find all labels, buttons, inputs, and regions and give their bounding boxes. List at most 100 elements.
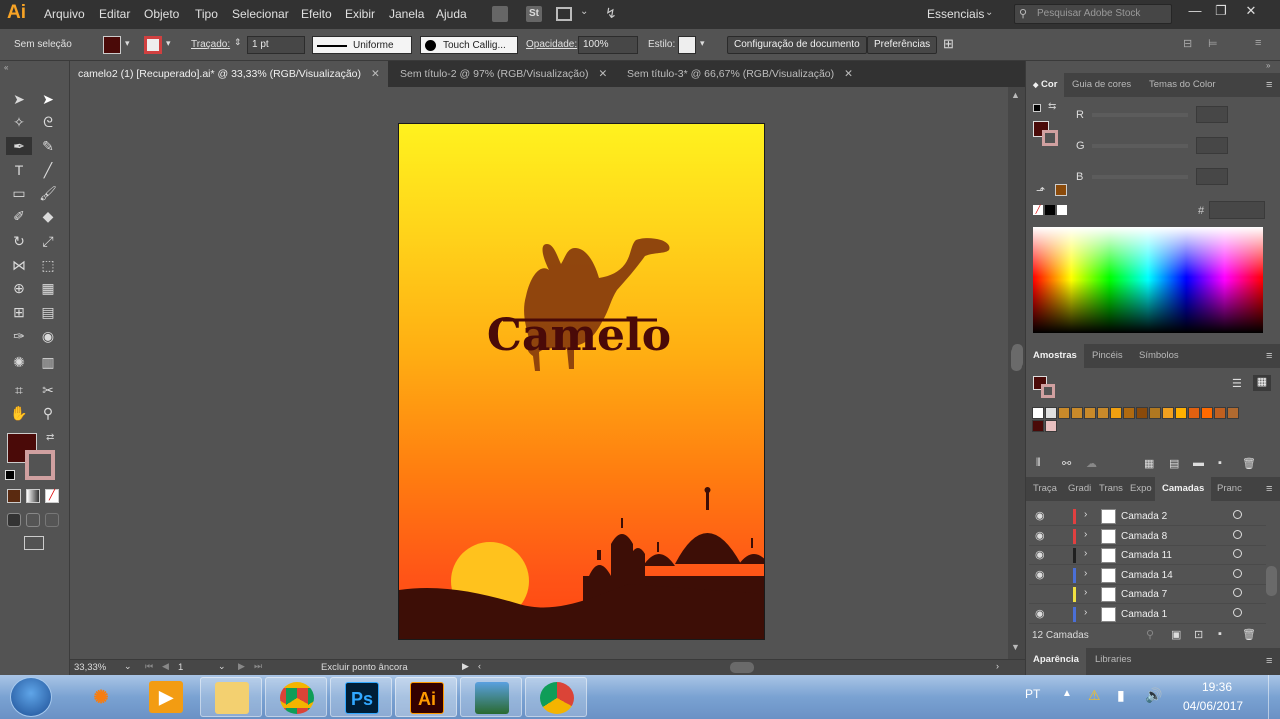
artboard-number[interactable]: 1 (178, 662, 183, 673)
tab-aparencia[interactable]: Aparência (1026, 648, 1086, 675)
next-artboard-icon[interactable]: ▶ (238, 661, 245, 672)
visibility-eye-icon[interactable]: ◉ (1035, 509, 1045, 522)
swatch-cell[interactable] (1188, 407, 1200, 419)
curvature-tool-icon[interactable]: ✎ (38, 137, 58, 155)
rectangle-tool-icon[interactable]: ▭ (9, 184, 29, 202)
default-fill-stroke-icon[interactable] (1033, 104, 1041, 112)
taskbar-chrome-2[interactable] (525, 677, 587, 717)
swatch-cell[interactable] (1175, 407, 1187, 419)
swap-colors-icon[interactable]: ⇄ (46, 432, 54, 443)
first-artboard-icon[interactable]: ⏮ (145, 661, 153, 672)
menu-editar[interactable]: Editar (99, 7, 130, 21)
color-stroke-swatch[interactable] (1042, 130, 1058, 146)
menu-janela[interactable]: Janela (389, 7, 424, 21)
swatch-cell[interactable] (1201, 407, 1213, 419)
start-button[interactable] (10, 677, 52, 717)
swatch-kind-icon[interactable]: ⚯ (1062, 457, 1071, 470)
swatch-cell[interactable] (1058, 407, 1070, 419)
preferences-button[interactable]: Preferências (867, 36, 938, 54)
tab-pinceis[interactable]: Pincéis (1085, 344, 1130, 368)
clock-date[interactable]: 04/06/2017 (1183, 699, 1243, 713)
panel-menu-icon[interactable]: ≡ (1266, 655, 1272, 667)
mesh-tool-icon[interactable]: ⊞ (9, 303, 29, 321)
new-layer-icon[interactable]: ▪ (1218, 628, 1222, 640)
eraser-tool-icon[interactable]: ◆ (38, 207, 58, 225)
scroll-left-icon[interactable]: ‹ (478, 661, 481, 671)
paintbrush-tool-icon[interactable]: 🖌 (38, 184, 58, 202)
document-setup-button[interactable]: Configuração de documento (727, 36, 867, 54)
brush-dropdown[interactable]: Touch Callig... (420, 36, 518, 54)
swatch-cell[interactable] (1097, 407, 1109, 419)
g-slider[interactable] (1092, 144, 1188, 148)
workspace-switcher[interactable]: Essenciais (927, 7, 984, 21)
stock-search-input[interactable]: ⚲ Pesquisar Adobe Stock (1014, 4, 1172, 24)
swatch-cell[interactable] (1123, 407, 1135, 419)
network-icon[interactable]: ▮ (1117, 687, 1125, 704)
align-icon[interactable]: ⊞ (943, 36, 954, 52)
menu-objeto[interactable]: Objeto (144, 7, 179, 21)
swatch-cell[interactable] (1214, 407, 1226, 419)
pen-tool-icon[interactable]: ✒ (6, 137, 32, 155)
swatch-cell[interactable] (1084, 407, 1096, 419)
fill-swatch[interactable] (103, 36, 121, 54)
fill-chevron-icon[interactable]: ▾ (125, 38, 130, 49)
swatch-cell[interactable] (1071, 407, 1083, 419)
panel-menu-icon[interactable]: ≡ (1266, 483, 1272, 495)
r-value-field[interactable] (1196, 106, 1228, 123)
chevron-down-icon[interactable]: ⌄ (580, 6, 588, 17)
tab-simbolos[interactable]: Símbolos (1132, 344, 1186, 368)
swatch-cell[interactable] (1032, 420, 1044, 432)
draw-inside-icon[interactable] (45, 513, 59, 527)
bridge-icon[interactable] (492, 6, 508, 22)
taskbar-photoshop[interactable]: Ps (330, 677, 392, 717)
menu-efeito[interactable]: Efeito (301, 7, 332, 21)
scroll-down-icon[interactable]: ▼ (1011, 642, 1020, 652)
tab-camadas[interactable]: Camadas (1155, 477, 1212, 501)
clipping-mask-icon[interactable]: ▣ (1171, 628, 1181, 641)
visibility-eye-icon[interactable]: ◉ (1035, 568, 1045, 581)
hex-field[interactable] (1209, 201, 1265, 219)
swap-icon[interactable]: ⇆ (1048, 101, 1056, 112)
layer-row[interactable]: ◉ › Camada 2 (1029, 507, 1266, 526)
expand-chevron-icon[interactable]: › (1084, 607, 1087, 618)
tab-exportar[interactable]: Expo (1123, 477, 1159, 501)
draw-normal-icon[interactable] (7, 513, 21, 527)
taskbar-explorer[interactable] (200, 677, 262, 717)
close-tab-icon[interactable]: ✕ (371, 68, 380, 80)
tab-temas-do-color[interactable]: Temas do Color (1142, 73, 1223, 97)
g-value-field[interactable] (1196, 137, 1228, 154)
layer-row[interactable]: ◉ › Camada 11 (1029, 546, 1266, 566)
arrange-documents-icon[interactable] (556, 7, 572, 21)
gpu-performance-icon[interactable]: ↯ (605, 5, 617, 22)
expand-chevron-icon[interactable]: › (1084, 529, 1087, 540)
visibility-eye-icon[interactable]: ◉ (1035, 548, 1045, 561)
opacity-field[interactable]: 100% (578, 36, 638, 54)
rotate-tool-icon[interactable]: ↻ (9, 232, 29, 250)
distribute-icon[interactable]: ⊨ (1208, 37, 1218, 50)
layer-row[interactable]: ◉ › Camada 14 (1029, 566, 1266, 585)
target-circle-icon[interactable] (1233, 529, 1242, 539)
blend-tool-icon[interactable]: ◉ (38, 327, 58, 345)
tab-amostras[interactable]: Amostras (1026, 344, 1084, 368)
selection-tool-icon[interactable]: ➤ (9, 90, 29, 108)
close-button[interactable]: ✕ (1240, 3, 1262, 21)
lasso-tool-icon[interactable]: ᘓ (38, 113, 58, 131)
collapse-dock-icon[interactable]: » (1266, 61, 1270, 70)
menu-ajuda[interactable]: Ajuda (436, 7, 467, 21)
screen-mode-icon[interactable] (24, 536, 44, 550)
swatch-cell[interactable] (1045, 407, 1057, 419)
color-mode-icon[interactable] (7, 489, 21, 503)
profile-dropdown[interactable]: Uniforme (312, 36, 412, 54)
tab-sem-titulo-3[interactable]: Sem título-3* @ 66,67% (RGB/Visualização… (619, 61, 861, 87)
eyedropper-tool-icon[interactable]: ✑ (9, 327, 29, 345)
new-swatch-icon[interactable]: ▪ (1218, 457, 1222, 469)
expand-chevron-icon[interactable]: › (1084, 568, 1087, 579)
tab-guia-de-cores[interactable]: Guia de cores (1065, 73, 1138, 97)
swatch-options-icon[interactable]: ▤ (1169, 457, 1179, 470)
visibility-eye-icon[interactable]: ◉ (1035, 529, 1045, 542)
type-tool-icon[interactable]: T (9, 161, 29, 179)
volume-icon[interactable]: 🔊 (1145, 687, 1162, 704)
collapse-panel-icon[interactable]: « (4, 63, 8, 72)
layer-row[interactable]: ◉ › Camada 8 (1029, 527, 1266, 546)
style-chevron-icon[interactable]: ▾ (700, 38, 705, 49)
